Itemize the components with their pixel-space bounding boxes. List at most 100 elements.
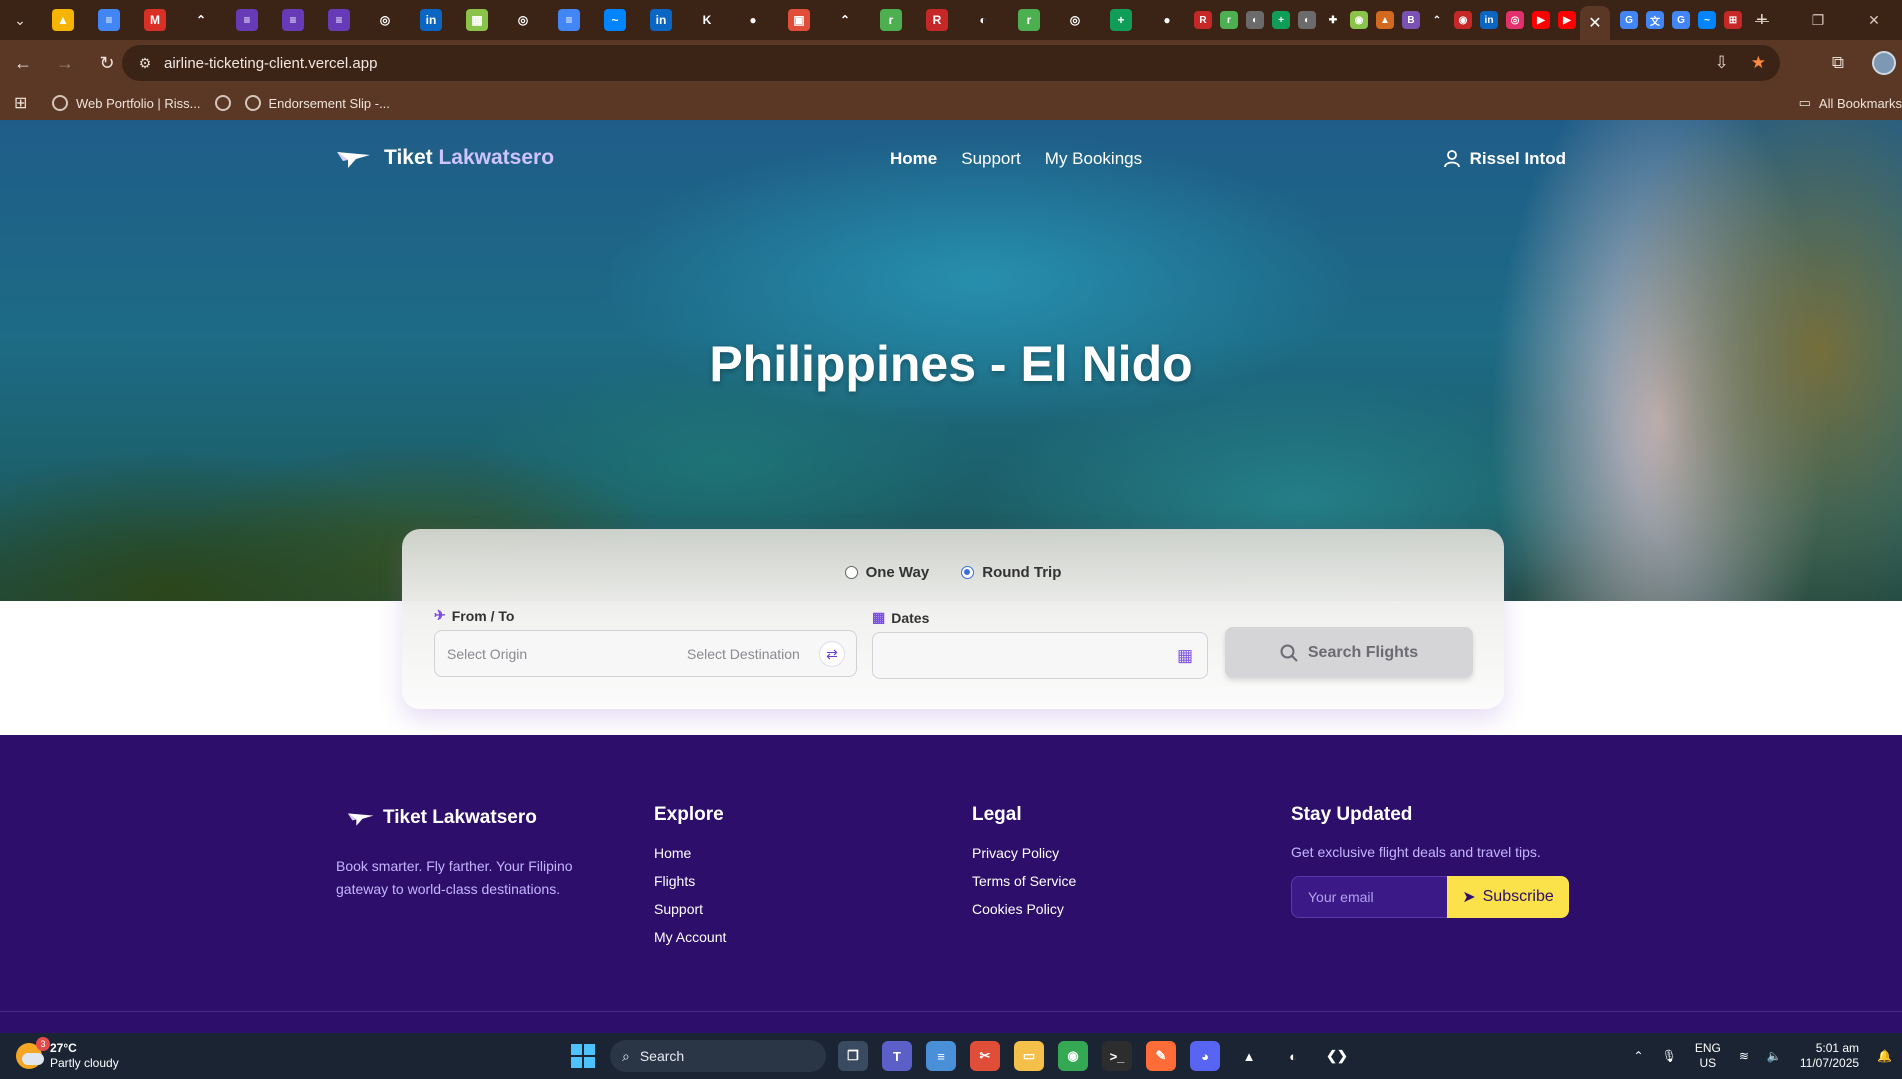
footer-link-home[interactable]: Home <box>654 844 726 863</box>
footer-link-flights[interactable]: Flights <box>654 872 726 891</box>
notification-bell-icon[interactable]: 🔔 <box>1877 1049 1892 1063</box>
all-bookmarks[interactable]: ▭ All Bookmarks <box>1799 86 1902 120</box>
search-flights-button[interactable]: Search Flights <box>1225 627 1473 678</box>
file-explorer-icon[interactable]: ▭ <box>1014 1041 1044 1071</box>
globe-icon[interactable]: ◐ <box>1246 11 1264 29</box>
notepad-icon[interactable]: ≡ <box>926 1041 956 1071</box>
docs-icon[interactable]: ≡ <box>558 9 580 31</box>
spotify-icon[interactable]: ◐ <box>1278 1041 1308 1071</box>
chrome-icon[interactable]: ◉ <box>1058 1041 1088 1071</box>
linkedin-icon[interactable]: in <box>1480 11 1498 29</box>
site-logo[interactable]: Tiket Lakwatsero <box>336 146 554 170</box>
destination-select[interactable]: Select Destination <box>687 646 800 662</box>
snipping-icon[interactable]: ✂ <box>970 1041 1000 1071</box>
radio-one-way-dot[interactable] <box>844 566 858 579</box>
apps-grid-icon[interactable]: ⊞ <box>14 93 38 113</box>
sheets-icon[interactable]: + <box>1272 11 1290 29</box>
stream-icon[interactable]: ⌃ <box>190 9 212 31</box>
translate-icon[interactable]: 文 <box>1646 11 1664 29</box>
stream-icon[interactable]: ⌃ <box>834 9 856 31</box>
radio-round-trip-dot[interactable] <box>961 566 975 579</box>
terminal-icon[interactable]: >_ <box>1102 1041 1132 1071</box>
postman-icon[interactable]: ✎ <box>1146 1041 1176 1071</box>
close-window-icon[interactable]: ✕ <box>1846 0 1902 40</box>
reload-icon[interactable]: ↻ <box>88 44 126 82</box>
stream-icon[interactable]: ⌃ <box>1428 11 1446 29</box>
youtube-icon[interactable]: ▶ <box>1558 11 1576 29</box>
radio-one-way[interactable]: One Way <box>844 564 929 581</box>
footer-link-support[interactable]: Support <box>654 900 726 919</box>
extensions-icon[interactable]: ⧉ <box>1832 53 1844 73</box>
google-icon[interactable]: G <box>1620 11 1638 29</box>
rse-icon[interactable]: r <box>880 9 902 31</box>
microphone-icon[interactable]: 🎙 <box>1662 1049 1677 1063</box>
task-view-icon[interactable]: ❐ <box>838 1041 868 1071</box>
taskbar-search[interactable]: ⌕ Search <box>610 1040 826 1072</box>
openai-icon[interactable]: ◎ <box>512 9 534 31</box>
back-icon[interactable]: ← <box>4 44 42 82</box>
linkedin-icon[interactable]: in <box>650 9 672 31</box>
weather-widget[interactable]: 3 27°C Partly cloudy <box>16 1037 119 1071</box>
origin-select[interactable]: Select Origin <box>447 646 527 662</box>
nav-support[interactable]: Support <box>961 149 1021 169</box>
rse-icon[interactable]: r <box>1220 11 1238 29</box>
profile-avatar[interactable] <box>1872 51 1896 75</box>
forward-icon[interactable]: → <box>46 44 84 82</box>
bookmark-globe[interactable] <box>214 95 231 111</box>
globe-icon[interactable]: ◐ <box>972 9 994 31</box>
instagram-icon[interactable]: ◎ <box>1506 11 1524 29</box>
clock[interactable]: 5:01 am 11/07/2025 <box>1800 1041 1859 1071</box>
bookmark-endorsement-slip[interactable]: Endorsement Slip -... <box>244 95 390 111</box>
discord-icon[interactable]: ◕ <box>1190 1041 1220 1071</box>
r-icon[interactable]: R <box>926 9 948 31</box>
wifi-icon[interactable]: ≋ <box>1739 1049 1749 1063</box>
user-menu[interactable]: Rissel Intod <box>1443 149 1566 169</box>
forms-icon[interactable]: ≡ <box>282 9 304 31</box>
github-icon[interactable]: ● <box>742 9 764 31</box>
calendar-icon[interactable]: ▣ <box>788 9 810 31</box>
url-text[interactable]: airline-ticketing-client.vercel.app <box>164 55 377 72</box>
rse-icon[interactable]: r <box>1018 9 1040 31</box>
footer-logo[interactable]: Tiket Lakwatsero <box>347 807 537 829</box>
globe-icon[interactable]: ◐ <box>1298 11 1316 29</box>
volume-icon[interactable]: 🔈 <box>1767 1049 1782 1063</box>
teams-icon[interactable]: T <box>882 1041 912 1071</box>
footer-link-my-account[interactable]: My Account <box>654 928 726 947</box>
newsletter-email-input[interactable]: Your email <box>1291 876 1449 918</box>
forms-icon[interactable]: ≡ <box>236 9 258 31</box>
image-icon[interactable]: ▦ <box>466 9 488 31</box>
messenger-icon[interactable]: ~ <box>604 9 626 31</box>
dates-field[interactable]: ▦ <box>872 632 1208 679</box>
openai-icon[interactable]: ◎ <box>1064 9 1086 31</box>
bookmark-star-icon[interactable]: ★ <box>1751 53 1766 73</box>
r-icon[interactable]: R <box>1194 11 1212 29</box>
bootstrap-icon[interactable]: B <box>1402 11 1420 29</box>
address-bar[interactable]: ⚙ airline-ticketing-client.vercel.app ⇩ … <box>122 45 1780 81</box>
openai-icon[interactable]: ◎ <box>374 9 396 31</box>
vscode-icon[interactable]: ❮❯ <box>1322 1041 1352 1071</box>
shield-icon[interactable]: ◉ <box>1350 11 1368 29</box>
cake-icon[interactable]: ▲ <box>1376 11 1394 29</box>
subscribe-button[interactable]: ➤ Subscribe <box>1447 876 1569 918</box>
restore-icon[interactable]: ❐ <box>1790 0 1846 40</box>
google-icon[interactable]: G <box>1672 11 1690 29</box>
language-indicator[interactable]: ENG US <box>1695 1041 1721 1071</box>
radio-round-trip[interactable]: Round Trip <box>961 564 1061 581</box>
site-info-icon[interactable]: ⚙ <box>130 55 160 72</box>
record-icon[interactable]: ◉ <box>1454 11 1472 29</box>
tray-overflow-icon[interactable]: ⌃ <box>1634 1049 1644 1063</box>
nav-home[interactable]: Home <box>890 149 937 169</box>
forms-icon[interactable]: ≡ <box>328 9 350 31</box>
bookmark-web-portfolio[interactable]: Web Portfolio | Riss... <box>52 95 201 111</box>
kodekloud-icon[interactable]: K <box>696 9 718 31</box>
puzzle-icon[interactable]: ✚ <box>1324 11 1342 29</box>
calendar-icon[interactable]: ▦ <box>1177 646 1193 666</box>
messenger-icon[interactable]: ~ <box>1698 11 1716 29</box>
linkedin-icon[interactable]: in <box>420 9 442 31</box>
youtube-icon[interactable]: ▶ <box>1532 11 1550 29</box>
footer-link-cookies[interactable]: Cookies Policy <box>972 900 1076 919</box>
footer-link-privacy[interactable]: Privacy Policy <box>972 844 1076 863</box>
tab-search-chevron-icon[interactable]: ⌄ <box>0 0 40 40</box>
gmail-icon[interactable]: M <box>144 9 166 31</box>
install-app-icon[interactable]: ⇩ <box>1715 53 1729 73</box>
